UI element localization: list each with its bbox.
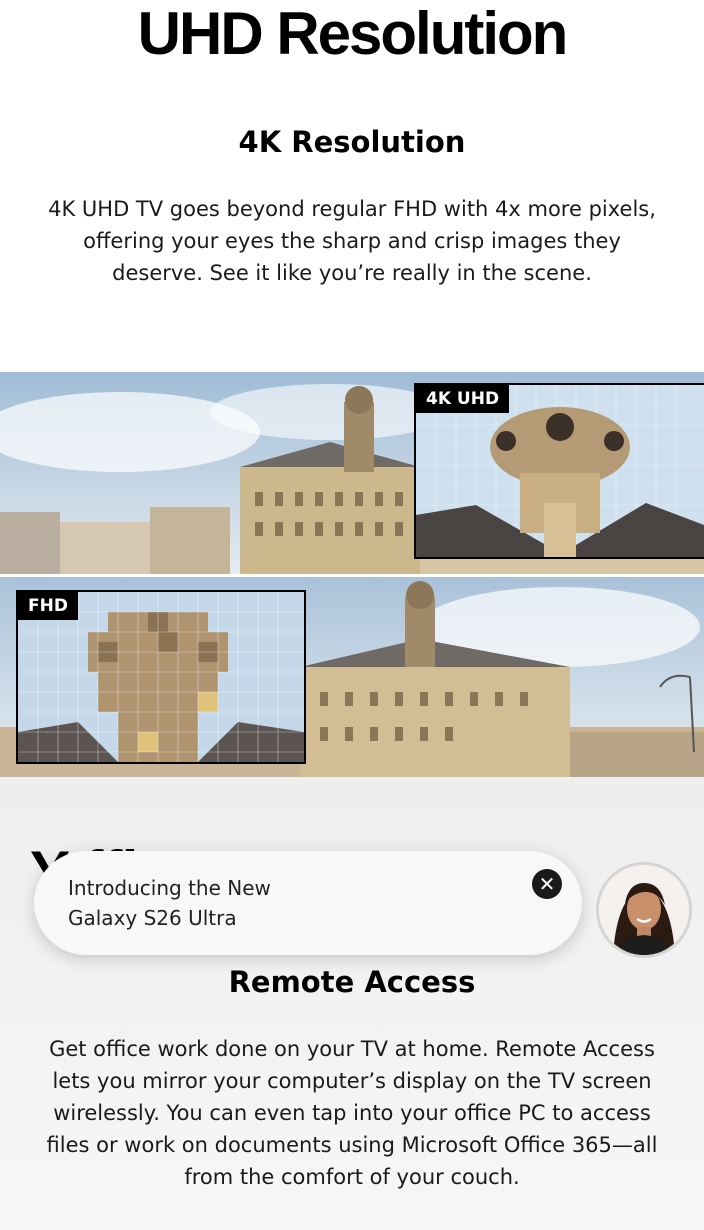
feature-title: 4K Resolution [238,125,466,159]
promo-popup[interactable]: Introducing the New Galaxy S26 Ultra ✕ [34,851,582,955]
feature-description: 4K UHD TV goes beyond regular FHD with 4… [48,197,656,285]
close-icon[interactable]: ✕ [532,869,562,899]
promo-line-2: Galaxy S26 Ultra [68,906,237,930]
page-headline: UHD Resolution [137,0,569,67]
remote-access-title: Remote Access [228,965,476,999]
remote-access-description: Get office work done on your TV at home.… [46,1037,658,1189]
promo-text[interactable]: Introducing the New Galaxy S26 Ultra [68,873,271,933]
promo-line-1: Introducing the New [68,876,271,900]
uhd-zoom-inset: 4K UHD [414,383,704,559]
uhd-label: 4K UHD [416,385,510,413]
hero-section: UHD Resolution 4K Resolution 4K UHD TV g… [0,0,704,370]
fhd-label: FHD [18,592,78,620]
fhd-zoom-inset: FHD [16,590,306,764]
assistant-avatar[interactable] [596,862,692,958]
